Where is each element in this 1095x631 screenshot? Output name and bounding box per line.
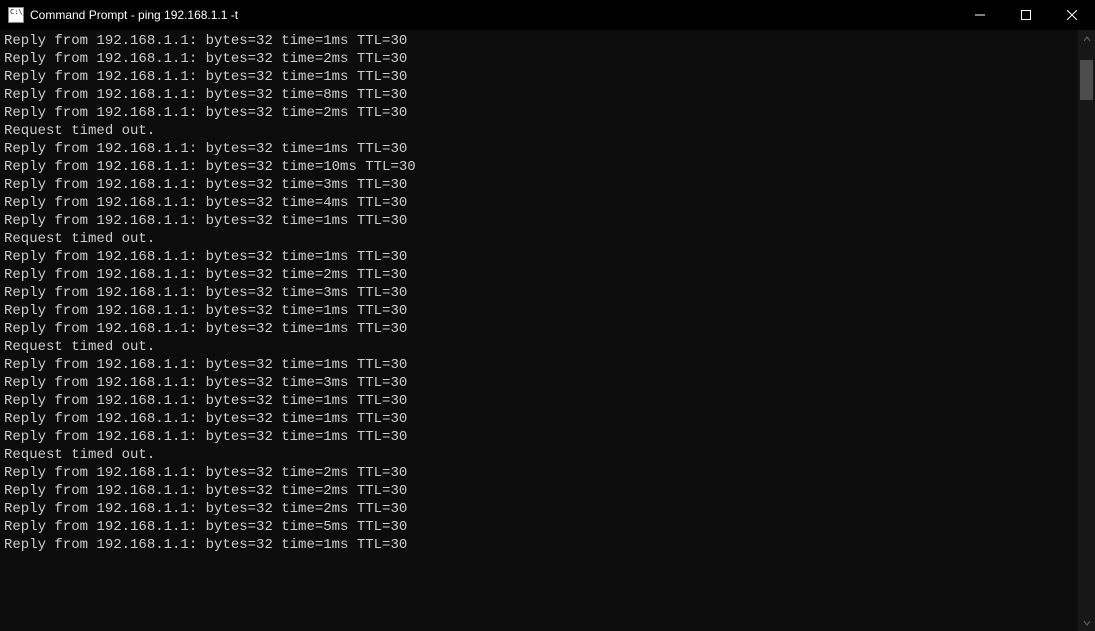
output-line: Reply from 192.168.1.1: bytes=32 time=1m… [4,248,1074,266]
scrollbar[interactable] [1078,30,1095,631]
scroll-down-button[interactable] [1078,614,1095,631]
cmd-icon [8,7,24,23]
scroll-thumb[interactable] [1080,60,1093,100]
output-line: Reply from 192.168.1.1: bytes=32 time=1m… [4,392,1074,410]
close-icon [1067,10,1077,20]
window-title: Command Prompt - ping 192.168.1.1 -t [30,8,238,22]
output-line: Reply from 192.168.1.1: bytes=32 time=1m… [4,320,1074,338]
close-button[interactable] [1049,0,1095,30]
output-line: Reply from 192.168.1.1: bytes=32 time=1m… [4,356,1074,374]
minimize-icon [975,10,985,20]
terminal-output[interactable]: Reply from 192.168.1.1: bytes=32 time=1m… [0,30,1078,631]
output-line: Request timed out. [4,338,1074,356]
output-line: Reply from 192.168.1.1: bytes=32 time=4m… [4,194,1074,212]
output-line: Reply from 192.168.1.1: bytes=32 time=1m… [4,212,1074,230]
output-line: Request timed out. [4,230,1074,248]
output-line: Reply from 192.168.1.1: bytes=32 time=3m… [4,374,1074,392]
minimize-button[interactable] [957,0,1003,30]
output-line: Reply from 192.168.1.1: bytes=32 time=1m… [4,536,1074,554]
output-line: Reply from 192.168.1.1: bytes=32 time=1m… [4,428,1074,446]
output-line: Reply from 192.168.1.1: bytes=32 time=3m… [4,176,1074,194]
output-line: Reply from 192.168.1.1: bytes=32 time=2m… [4,482,1074,500]
chevron-down-icon [1083,619,1091,627]
output-line: Reply from 192.168.1.1: bytes=32 time=3m… [4,284,1074,302]
output-line: Reply from 192.168.1.1: bytes=32 time=1m… [4,302,1074,320]
output-line: Reply from 192.168.1.1: bytes=32 time=2m… [4,50,1074,68]
output-line: Request timed out. [4,122,1074,140]
output-line: Reply from 192.168.1.1: bytes=32 time=5m… [4,518,1074,536]
output-line: Reply from 192.168.1.1: bytes=32 time=1m… [4,140,1074,158]
chevron-up-icon [1083,35,1091,43]
output-line: Request timed out. [4,446,1074,464]
output-line: Reply from 192.168.1.1: bytes=32 time=2m… [4,266,1074,284]
window-controls [957,0,1095,30]
output-line: Reply from 192.168.1.1: bytes=32 time=1m… [4,68,1074,86]
titlebar[interactable]: Command Prompt - ping 192.168.1.1 -t [0,0,1095,30]
output-line: Reply from 192.168.1.1: bytes=32 time=1m… [4,32,1074,50]
output-line: Reply from 192.168.1.1: bytes=32 time=2m… [4,464,1074,482]
scroll-up-button[interactable] [1078,30,1095,47]
output-line: Reply from 192.168.1.1: bytes=32 time=8m… [4,86,1074,104]
maximize-button[interactable] [1003,0,1049,30]
output-line: Reply from 192.168.1.1: bytes=32 time=10… [4,158,1074,176]
maximize-icon [1021,10,1031,20]
output-line: Reply from 192.168.1.1: bytes=32 time=2m… [4,104,1074,122]
output-line: Reply from 192.168.1.1: bytes=32 time=2m… [4,500,1074,518]
output-line: Reply from 192.168.1.1: bytes=32 time=1m… [4,410,1074,428]
